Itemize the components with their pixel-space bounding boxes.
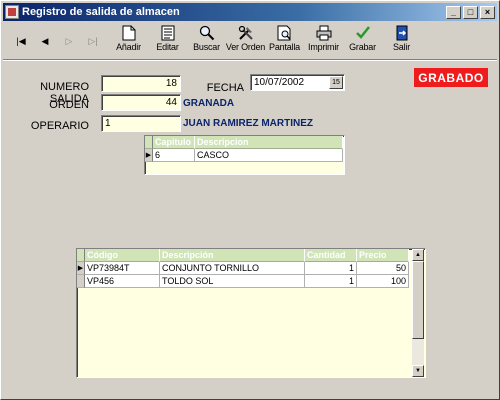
- column-header-capitulo[interactable]: Capitulo: [153, 136, 195, 149]
- previous-record-button[interactable]: ◀: [33, 30, 57, 52]
- scroll-thumb[interactable]: [412, 261, 424, 339]
- row-indicator: [77, 275, 85, 288]
- column-header-precio[interactable]: Precio: [357, 249, 409, 262]
- cell-cantidad[interactable]: 1: [305, 262, 357, 275]
- cell-precio[interactable]: 100: [357, 275, 409, 288]
- items-grid[interactable]: Código Descripción Cantidad Precio ▶ VP7…: [76, 248, 426, 378]
- restore-button[interactable]: □: [463, 5, 478, 19]
- imprimir-button[interactable]: Imprimir: [304, 23, 343, 59]
- calendar-button[interactable]: 15: [329, 76, 343, 89]
- chapter-grid[interactable]: Capitulo Descripcion ▶ 6 CASCO: [144, 135, 345, 175]
- table-row[interactable]: ▶ 6 CASCO: [145, 149, 344, 162]
- row-indicator-header: [77, 249, 85, 262]
- items-grid-header: Código Descripción Cantidad Precio: [77, 249, 425, 262]
- window-title: Registro de salida de almacen: [22, 6, 180, 18]
- cell-precio[interactable]: 50: [357, 262, 409, 275]
- last-record-button[interactable]: ▷|: [81, 30, 105, 52]
- orden-label: ORDEN: [49, 99, 89, 111]
- row-indicator-header: [145, 136, 153, 149]
- first-record-button[interactable]: |◀: [9, 30, 33, 52]
- cell-cantidad[interactable]: 1: [305, 275, 357, 288]
- orden-description: GRANADA: [183, 98, 235, 109]
- status-badge: GRABADO: [414, 68, 488, 87]
- column-header-descripcion[interactable]: Descripción: [160, 249, 305, 262]
- current-row-indicator: ▶: [145, 149, 153, 162]
- checkmark-icon: [354, 25, 372, 41]
- operario-label: OPERARIO: [30, 120, 89, 132]
- cell-capitulo[interactable]: 6: [153, 149, 195, 162]
- search-icon: [198, 25, 216, 41]
- cell-codigo[interactable]: VP456: [85, 275, 160, 288]
- table-row[interactable]: VP456 TOLDO SOL 1 100: [77, 275, 425, 288]
- action-buttons: Añadir Editar Buscar Ver Orden Pantalla …: [109, 23, 421, 59]
- main-window: Registro de salida de almacen _ □ × |◀ ◀…: [0, 0, 500, 400]
- ver-orden-button[interactable]: Ver Orden: [226, 23, 265, 59]
- table-row[interactable]: ▶ VP73984T CONJUNTO TORNILLO 1 50: [77, 262, 425, 275]
- operario-name: JUAN RAMIREZ MARTINEZ: [183, 118, 313, 129]
- items-grid-scrollbar[interactable]: ▲ ▼: [412, 249, 424, 377]
- pantalla-button[interactable]: Pantalla: [265, 23, 304, 59]
- toolbar: |◀ ◀ ▷ ▷| Añadir Editar Buscar Ver Orden…: [3, 23, 497, 59]
- tools-icon: [237, 25, 255, 41]
- scroll-up-button[interactable]: ▲: [412, 249, 424, 261]
- column-header-cantidad[interactable]: Cantidad: [305, 249, 357, 262]
- operario-field[interactable]: 1: [101, 115, 181, 132]
- cell-descripcion[interactable]: TOLDO SOL: [160, 275, 305, 288]
- column-header-descripcion[interactable]: Descripcion: [195, 136, 343, 149]
- title-bar[interactable]: Registro de salida de almacen _ □ ×: [3, 3, 497, 21]
- editar-button[interactable]: Editar: [148, 23, 187, 59]
- numero-salida-field[interactable]: 18: [101, 75, 181, 92]
- chapter-grid-header: Capitulo Descripcion: [145, 136, 344, 149]
- buscar-button[interactable]: Buscar: [187, 23, 226, 59]
- close-button[interactable]: ×: [480, 5, 495, 19]
- edit-document-icon: [159, 25, 177, 41]
- orden-field[interactable]: 44: [101, 94, 181, 111]
- salir-button[interactable]: Salir: [382, 23, 421, 59]
- column-header-codigo[interactable]: Código: [85, 249, 160, 262]
- printer-icon: [315, 25, 333, 41]
- minimize-button[interactable]: _: [446, 5, 461, 19]
- next-record-button[interactable]: ▷: [57, 30, 81, 52]
- grabar-button[interactable]: Grabar: [343, 23, 382, 59]
- new-document-icon: [120, 25, 138, 41]
- exit-icon: [393, 25, 411, 41]
- cell-descripcion[interactable]: CASCO: [195, 149, 343, 162]
- toolbar-separator: [3, 59, 497, 61]
- current-row-indicator: ▶: [77, 262, 85, 275]
- app-icon: [5, 5, 19, 19]
- fecha-label: FECHA: [206, 82, 244, 94]
- cell-codigo[interactable]: VP73984T: [85, 262, 160, 275]
- cell-descripcion[interactable]: CONJUNTO TORNILLO: [160, 262, 305, 275]
- preview-icon: [276, 25, 294, 41]
- anadir-button[interactable]: Añadir: [109, 23, 148, 59]
- scroll-down-button[interactable]: ▼: [412, 365, 424, 377]
- record-navigation: |◀ ◀ ▷ ▷|: [3, 23, 105, 59]
